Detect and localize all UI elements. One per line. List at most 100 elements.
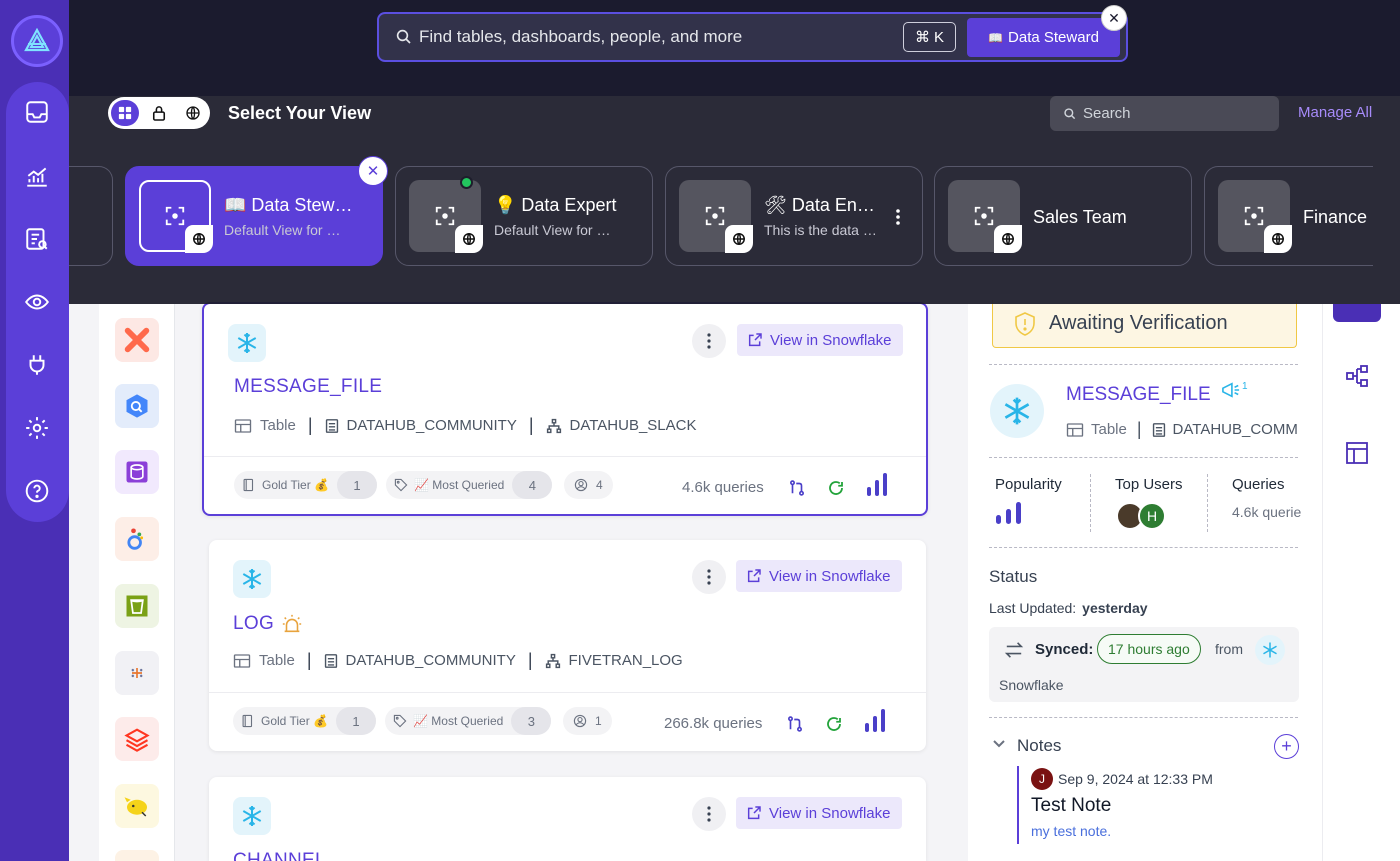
- result-card[interactable]: View in Snowflake MESSAGE_FILE Table | D…: [202, 302, 928, 516]
- view-card-data-expert[interactable]: 💡 Data Expert Default View for …: [395, 166, 653, 266]
- manage-all-link[interactable]: Manage All: [1298, 104, 1372, 121]
- dbt-icon[interactable]: [115, 318, 159, 362]
- glossary-icon[interactable]: [20, 222, 54, 256]
- user-icon: [573, 714, 587, 728]
- popularity-label: Popularity: [995, 476, 1062, 493]
- result-card[interactable]: View in Snowflake CHANNEL: [209, 777, 926, 861]
- tier-chip[interactable]: Gold Tier 💰 1: [234, 471, 377, 499]
- more-options-button[interactable]: [692, 797, 726, 831]
- current-view-label: Data Steward: [1008, 29, 1099, 46]
- clear-view-button[interactable]: ✕: [1101, 5, 1127, 31]
- view-name: 🛠 Data Engin…: [764, 195, 884, 215]
- private-views-toggle[interactable]: [145, 100, 173, 126]
- database-name[interactable]: DATAHUB_COMM: [1173, 421, 1298, 438]
- tableau-icon[interactable]: [115, 651, 159, 695]
- view-card-finance[interactable]: Finance U: [1204, 166, 1373, 266]
- refresh-icon[interactable]: [827, 479, 845, 497]
- result-title[interactable]: MESSAGE_FILE: [234, 376, 382, 398]
- hadoop-icon[interactable]: [115, 784, 159, 828]
- view-card-partial[interactable]: [69, 166, 113, 266]
- add-note-button[interactable]: +: [1274, 734, 1299, 759]
- tab-documentation[interactable]: [1333, 304, 1381, 322]
- result-title[interactable]: CHANNEL: [233, 850, 326, 861]
- schema-name[interactable]: FIVETRAN_LOG: [569, 652, 683, 669]
- search-icon: [1064, 107, 1076, 119]
- result-card[interactable]: View in Snowflake LOG Table | DATAHUB_CO…: [209, 540, 926, 751]
- lock-icon: [152, 106, 166, 121]
- sidebar: [0, 0, 69, 861]
- view-in-platform-button[interactable]: View in Snowflake: [737, 324, 903, 356]
- bigquery-icon[interactable]: [115, 384, 159, 428]
- database-icon: [1152, 422, 1165, 437]
- queries-label: Queries: [1232, 476, 1285, 493]
- view-in-platform-button[interactable]: View in Snowflake: [736, 560, 902, 592]
- more-options-button[interactable]: [692, 560, 726, 594]
- tier-count: 1: [336, 471, 377, 499]
- owners-chip[interactable]: 4: [564, 471, 613, 499]
- view-in-label: View in Snowflake: [769, 804, 891, 822]
- view-card-data-steward[interactable]: 📖 Data Stew… Default View for …: [125, 166, 383, 266]
- all-views-toggle[interactable]: [111, 100, 139, 126]
- user-avatar[interactable]: H: [1138, 502, 1166, 530]
- owners-count: 4: [596, 478, 603, 492]
- note-body: my test note.: [1031, 823, 1112, 839]
- eye-icon[interactable]: [20, 285, 54, 319]
- verification-banner: Awaiting Verification: [992, 300, 1297, 348]
- lineage-icon[interactable]: [788, 479, 806, 497]
- help-icon[interactable]: [20, 474, 54, 508]
- tier-chip[interactable]: Gold Tier 💰 1: [233, 707, 376, 735]
- queries-count: 266.8k queries: [664, 715, 763, 732]
- popularity-icon: [996, 502, 1021, 524]
- owners-chip[interactable]: 1: [563, 707, 612, 735]
- refresh-icon[interactable]: [825, 715, 843, 733]
- globe-icon: [186, 106, 200, 120]
- globe-icon: [1264, 225, 1292, 253]
- view-name: Finance U: [1303, 207, 1373, 227]
- entity-title[interactable]: MESSAGE_FILE: [1066, 384, 1211, 406]
- view-selector-title: Select Your View: [228, 103, 372, 123]
- plug-icon[interactable]: [20, 348, 54, 382]
- focus-icon: [165, 206, 185, 226]
- current-view-button[interactable]: 📖 Data Steward: [967, 18, 1120, 57]
- tier-count: 1: [335, 707, 376, 735]
- announcement-icon[interactable]: 1: [1220, 381, 1248, 399]
- looker-icon[interactable]: [115, 517, 159, 561]
- note-title[interactable]: Test Note: [1031, 795, 1111, 817]
- incident-siren-icon: [282, 614, 302, 633]
- lineage-tab-icon[interactable]: [1345, 364, 1369, 388]
- database-name[interactable]: DATAHUB_COMMUNITY: [347, 417, 517, 434]
- database-name[interactable]: DATAHUB_COMMUNITY: [346, 652, 516, 669]
- datahub-logo[interactable]: [11, 15, 63, 67]
- gear-icon[interactable]: [20, 411, 54, 445]
- databricks-icon[interactable]: [115, 717, 159, 761]
- entity-sidebar-tabs: [1322, 304, 1400, 861]
- analytics-icon[interactable]: [20, 160, 54, 194]
- queries-value: 4.6k querie: [1232, 504, 1302, 520]
- view-card-sales-team[interactable]: Sales Team: [934, 166, 1192, 266]
- database-icon[interactable]: [115, 450, 159, 494]
- lineage-icon[interactable]: [786, 715, 804, 733]
- view-search-input[interactable]: Search: [1050, 96, 1279, 131]
- inbox-icon[interactable]: [20, 95, 54, 129]
- more-options-button[interactable]: [692, 324, 726, 358]
- public-views-toggle[interactable]: [179, 100, 207, 126]
- owners-count: 1: [595, 714, 602, 728]
- tag-chip[interactable]: 📈 Most Queried 4: [386, 471, 553, 499]
- s3-icon[interactable]: [115, 584, 159, 628]
- globe-icon: [185, 225, 213, 253]
- tag-label: 📈 Most Queried: [413, 714, 504, 728]
- schema-name[interactable]: DATAHUB_SLACK: [570, 417, 697, 434]
- focus-icon: [435, 206, 455, 226]
- deselect-view-button[interactable]: ✕: [358, 156, 388, 186]
- chevron-down-icon[interactable]: [992, 739, 1006, 749]
- tag-chip[interactable]: 📈 Most Queried 3: [385, 707, 552, 735]
- platform-icon-partial[interactable]: [115, 850, 159, 861]
- result-title[interactable]: LOG: [233, 613, 274, 635]
- view-card-data-engineer[interactable]: 🛠 Data Engin… This is the data …: [665, 166, 923, 266]
- kebab-icon[interactable]: [896, 209, 900, 225]
- tag-label: 📈 Most Queried: [414, 478, 505, 492]
- note-author-avatar[interactable]: J: [1031, 768, 1053, 790]
- schema-tab-icon[interactable]: [1345, 441, 1369, 465]
- notes-heading[interactable]: Notes: [1017, 736, 1061, 756]
- view-in-platform-button[interactable]: View in Snowflake: [736, 797, 902, 829]
